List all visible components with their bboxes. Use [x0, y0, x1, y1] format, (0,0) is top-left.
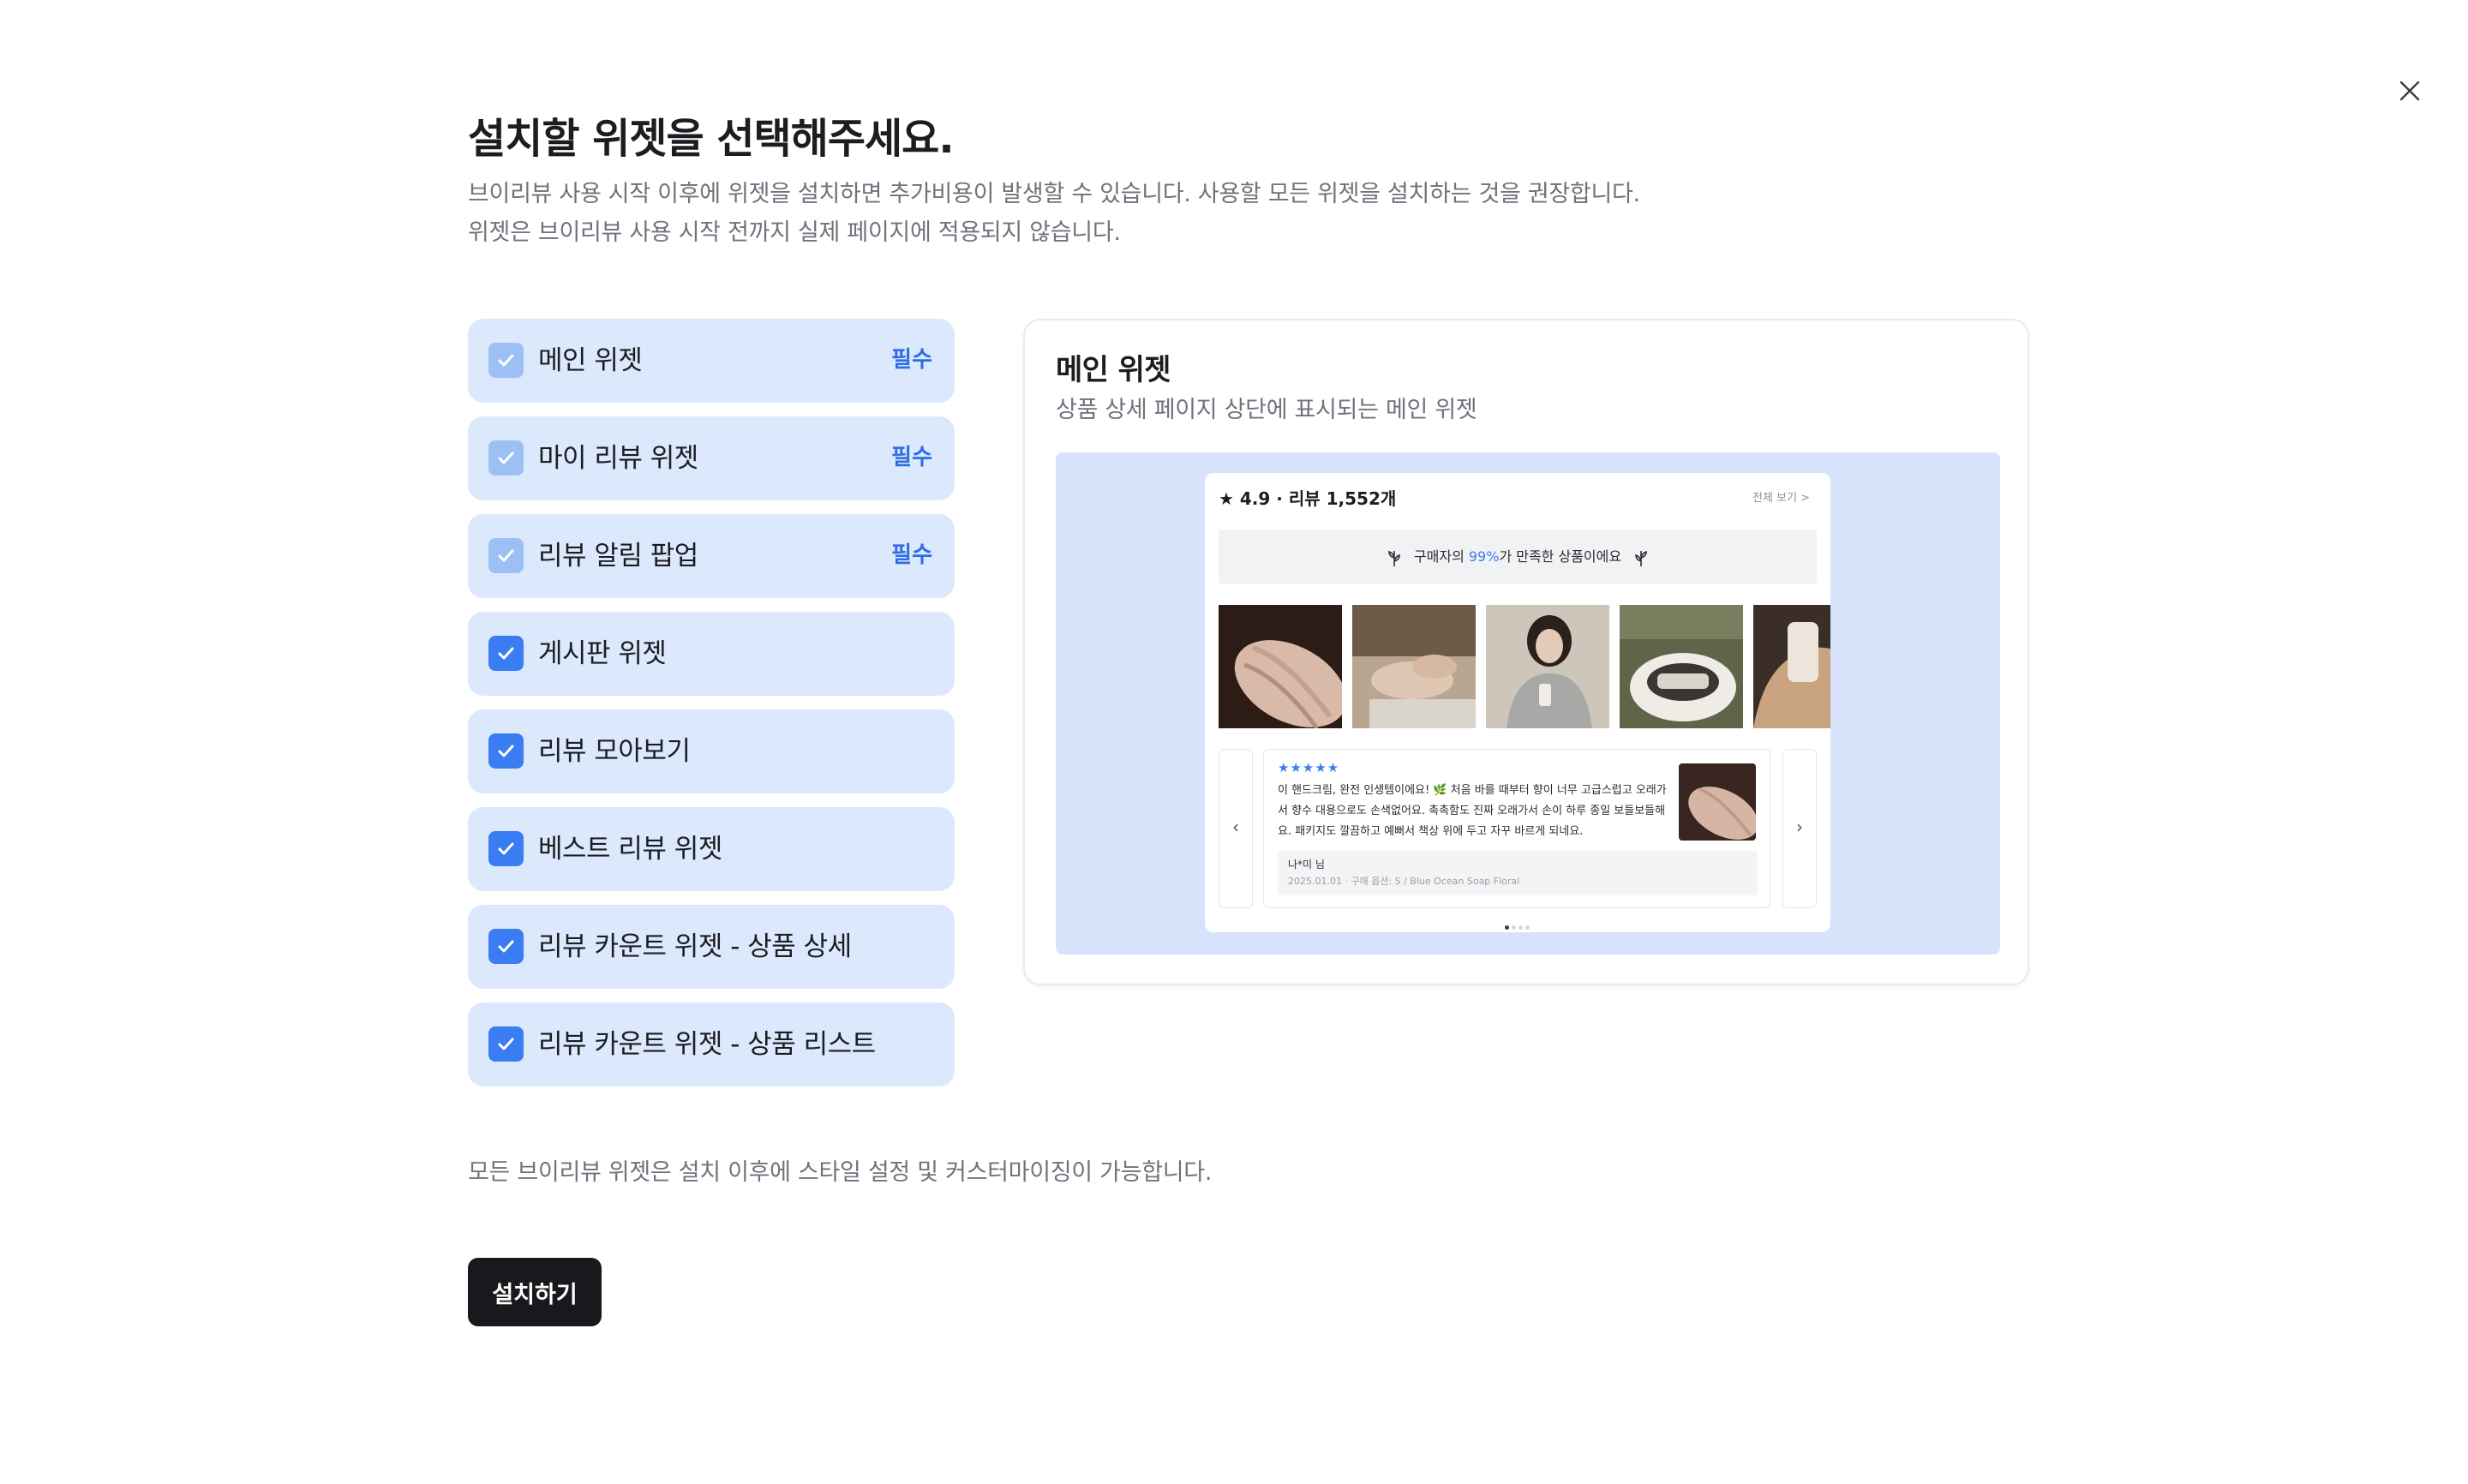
widget-item-count-list[interactable]: 리뷰 카운트 위젯 - 상품 리스트 — [468, 1002, 955, 1086]
mock-rating: ★ 4.9 · 리뷰 1,552개 — [1219, 488, 1397, 509]
review-option: 2025.01.01 · 구매 옵션: S / Blue Ocean Soap … — [1288, 876, 1520, 887]
required-badge: 필수 — [891, 347, 932, 373]
widget-label: 리뷰 모아보기 — [538, 736, 691, 767]
widget-label: 베스트 리뷰 위젯 — [538, 834, 722, 865]
mock-review-card: ★★★★★ 이 핸드크림, 완전 인생템이에요! 🌿 처음 바를 때부터 향이 … — [1263, 749, 1770, 908]
leaf-icon — [1635, 550, 1647, 566]
review-thumbnail — [1679, 763, 1756, 841]
mock-photo-strip — [1219, 605, 1830, 728]
widget-label: 마이 리뷰 위젯 — [538, 443, 698, 474]
checkbox[interactable] — [488, 929, 524, 964]
review-photo — [1486, 605, 1609, 728]
checkbox[interactable] — [488, 636, 524, 671]
widget-label: 리뷰 알림 팝업 — [538, 541, 698, 571]
carousel-dots — [1505, 917, 1532, 932]
checkbox[interactable] — [488, 733, 524, 769]
checkbox[interactable] — [488, 1026, 524, 1062]
close-icon — [2399, 81, 2420, 101]
review-photo — [1753, 605, 1830, 728]
check-icon — [498, 940, 514, 953]
description-line: 브이리뷰 사용 시작 이후에 위젯을 설치하면 추가비용이 발생할 수 있습니다… — [468, 181, 1640, 207]
review-meta: 나*미 님 2025.01.01 · 구매 옵션: S / Blue Ocean… — [1278, 851, 1758, 895]
review-photo — [1620, 605, 1743, 728]
widget-item-best-review[interactable]: 베스트 리뷰 위젯 — [468, 807, 955, 891]
reviewer-name: 나*미 님 — [1288, 859, 1325, 871]
required-badge: 필수 — [891, 445, 932, 470]
widget-item-my-review[interactable]: 마이 리뷰 위젯 필수 — [468, 416, 955, 500]
review-stars: ★★★★★ — [1278, 760, 1340, 775]
widget-list: 메인 위젯 필수 마이 리뷰 위젯 필수 리뷰 알림 팝업 필수 게시판 위젯 … — [468, 319, 955, 1100]
widget-mockup: ★ 4.9 · 리뷰 1,552개 전체 보기 > 구매자의 99%가 만족한 … — [1205, 473, 1830, 932]
page-description: 브이리뷰 사용 시작 이후에 위젯을 설치하면 추가비용이 발생할 수 있습니다… — [468, 175, 1640, 252]
checkbox[interactable] — [488, 831, 524, 866]
checkbox[interactable] — [488, 343, 524, 378]
widget-label: 메인 위젯 — [538, 345, 643, 376]
page-title: 설치할 위젯을 선택해주세요. — [468, 115, 955, 163]
check-icon — [498, 1038, 514, 1050]
review-photo — [1352, 605, 1476, 728]
preview-area: ★ 4.9 · 리뷰 1,552개 전체 보기 > 구매자의 99%가 만족한 … — [1056, 452, 2000, 954]
check-icon — [498, 647, 514, 660]
checkbox[interactable] — [488, 440, 524, 476]
review-photo — [1219, 605, 1342, 728]
widget-item-main[interactable]: 메인 위젯 필수 — [468, 319, 955, 403]
widget-item-board[interactable]: 게시판 위젯 — [468, 612, 955, 696]
widget-label: 게시판 위젯 — [538, 638, 667, 669]
install-button[interactable]: 설치하기 — [468, 1258, 602, 1326]
required-badge: 필수 — [891, 542, 932, 568]
checkbox[interactable] — [488, 538, 524, 573]
widget-item-review-collection[interactable]: 리뷰 모아보기 — [468, 709, 955, 793]
check-icon — [498, 452, 514, 464]
description-line: 위젯은 브이리뷰 사용 시작 전까지 실제 페이지에 적용되지 않습니다. — [468, 219, 1121, 246]
close-button[interactable] — [2393, 74, 2427, 108]
widget-label: 리뷰 카운트 위젯 - 상품 상세 — [538, 931, 852, 962]
leaf-icon — [1388, 550, 1400, 566]
chevron-right-icon: › — [1796, 817, 1803, 837]
mock-prev-button: ‹ — [1219, 749, 1253, 908]
banner-text-pre: 구매자의 — [1413, 548, 1469, 565]
check-icon — [498, 842, 514, 855]
mock-next-button: › — [1782, 749, 1817, 908]
banner-text-post: 가 만족한 상품이에요 — [1499, 548, 1622, 565]
check-icon — [498, 354, 514, 367]
widget-item-count-detail[interactable]: 리뷰 카운트 위젯 - 상품 상세 — [468, 905, 955, 989]
chevron-left-icon: ‹ — [1232, 817, 1239, 837]
widget-preview-card: 메인 위젯 상품 상세 페이지 상단에 표시되는 메인 위젯 ★ 4.9 · 리… — [1023, 319, 2029, 985]
check-icon — [498, 745, 514, 757]
widget-label: 리뷰 카운트 위젯 - 상품 리스트 — [538, 1029, 876, 1060]
footnote: 모든 브이리뷰 위젯은 설치 이후에 스타일 설정 및 커스터마이징이 가능합니… — [468, 1159, 1213, 1186]
mock-view-all-link: 전체 보기 > — [1752, 492, 1810, 505]
check-icon — [498, 549, 514, 562]
widget-item-review-popup[interactable]: 리뷰 알림 팝업 필수 — [468, 514, 955, 598]
banner-percent: 99% — [1468, 548, 1500, 565]
preview-subtitle: 상품 상세 페이지 상단에 표시되는 메인 위젯 — [1056, 397, 1477, 423]
review-text: 이 핸드크림, 완전 인생템이에요! 🌿 처음 바를 때부터 향이 너무 고급스… — [1278, 784, 1667, 838]
preview-title: 메인 위젯 — [1056, 353, 1171, 387]
mock-satisfaction-banner: 구매자의 99%가 만족한 상품이에요 — [1219, 530, 1817, 584]
